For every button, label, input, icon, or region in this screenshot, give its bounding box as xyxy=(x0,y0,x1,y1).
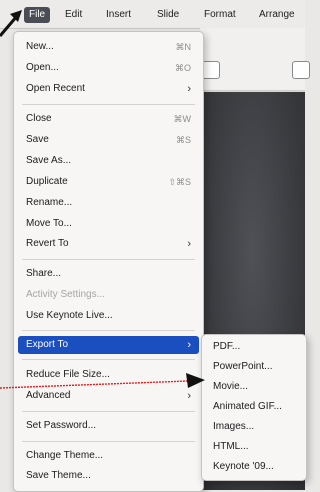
menu-item-advanced[interactable]: Advanced › xyxy=(14,387,203,405)
menu-item-open[interactable]: Open... ⌘O xyxy=(14,59,203,77)
menu-item-label: Rename... xyxy=(26,197,73,208)
menu-item-label: Revert To xyxy=(26,238,69,249)
menu-item-label: Close xyxy=(26,113,52,124)
menu-item-label: Save As... xyxy=(26,155,72,166)
menu-item-label: Save xyxy=(26,134,49,145)
menu-item-use-keynote-live[interactable]: Use Keynote Live... xyxy=(14,307,203,325)
shortcut-label: ⌘S xyxy=(175,135,191,145)
menu-item-save-as[interactable]: Save As... xyxy=(14,152,203,170)
menu-divider xyxy=(22,330,195,331)
menu-item-share[interactable]: Share... xyxy=(14,265,203,283)
submenu-item-label: PowerPoint... xyxy=(213,361,273,372)
menu-item-move-to[interactable]: Move To... xyxy=(14,215,203,233)
menu-item-export-to[interactable]: Export To › xyxy=(18,336,199,354)
submenu-item-label: PDF... xyxy=(213,341,241,352)
menu-item-label: Share... xyxy=(26,268,62,279)
menu-item-label: Advanced xyxy=(26,390,71,401)
menu-item-activity-settings: Activity Settings... xyxy=(14,286,203,304)
export-images[interactable]: Images... xyxy=(202,417,306,436)
menu-bar: File Edit Insert Slide Format Arrange xyxy=(0,0,305,29)
shortcut-label: ⌘N xyxy=(175,42,192,52)
menu-item-change-theme[interactable]: Change Theme... xyxy=(14,447,203,465)
menu-item-label: Duplicate xyxy=(26,176,68,187)
chevron-right-icon: › xyxy=(187,83,191,95)
menu-item-label: Change Theme... xyxy=(26,450,104,461)
menu-item-label: Use Keynote Live... xyxy=(26,310,113,321)
menu-item-save-theme[interactable]: Save Theme... xyxy=(14,467,203,485)
toolbar-button[interactable] xyxy=(202,61,220,79)
menu-edit[interactable]: Edit xyxy=(60,7,87,23)
submenu-item-label: Animated GIF... xyxy=(213,401,282,412)
file-menu: New... ⌘N Open... ⌘O Open Recent › Close… xyxy=(13,31,204,492)
shortcut-label: ⌘O xyxy=(174,63,191,73)
menu-format[interactable]: Format xyxy=(199,7,241,23)
menu-item-rename[interactable]: Rename... xyxy=(14,194,203,212)
menu-item-revert-to[interactable]: Revert To › xyxy=(14,235,203,253)
menu-divider xyxy=(22,259,195,260)
shortcut-label: ⇧⌘S xyxy=(168,177,191,187)
menu-item-label: Open Recent xyxy=(26,83,85,94)
menu-divider xyxy=(22,104,195,105)
menu-file[interactable]: File xyxy=(24,7,51,23)
toolbar xyxy=(200,28,310,91)
submenu-item-label: HTML... xyxy=(213,441,249,452)
submenu-item-label: Images... xyxy=(213,421,255,432)
menu-item-label: Open... xyxy=(26,62,59,73)
menu-item-label: Save Theme... xyxy=(26,470,91,481)
menu-divider xyxy=(22,441,195,442)
menu-insert[interactable]: Insert xyxy=(101,7,136,23)
submenu-item-label: Movie... xyxy=(213,381,249,392)
toolbar-button[interactable] xyxy=(292,61,310,79)
menu-item-close[interactable]: Close ⌘W xyxy=(14,110,203,128)
export-pdf[interactable]: PDF... xyxy=(202,337,306,356)
menu-item-reduce-file-size[interactable]: Reduce File Size... xyxy=(14,366,203,384)
menu-divider xyxy=(22,411,195,412)
menu-item-label: Reduce File Size... xyxy=(26,369,110,380)
export-animated-gif[interactable]: Animated GIF... xyxy=(202,397,306,416)
export-movie[interactable]: Movie... xyxy=(202,377,306,396)
menu-item-label: New... xyxy=(26,41,54,52)
menu-item-save[interactable]: Save ⌘S xyxy=(14,131,203,149)
chevron-right-icon: › xyxy=(187,238,191,250)
submenu-item-label: Keynote '09... xyxy=(213,461,274,472)
chevron-right-icon: › xyxy=(187,339,191,351)
menu-item-new[interactable]: New... ⌘N xyxy=(14,38,203,56)
menu-slide[interactable]: Slide xyxy=(152,7,184,23)
menu-item-label: Set Password... xyxy=(26,420,97,431)
menu-item-open-recent[interactable]: Open Recent › xyxy=(14,80,203,98)
menu-item-label: Move To... xyxy=(26,218,72,229)
menu-item-set-password[interactable]: Set Password... xyxy=(14,417,203,435)
export-html[interactable]: HTML... xyxy=(202,437,306,456)
shortcut-label: ⌘W xyxy=(173,114,192,124)
export-powerpoint[interactable]: PowerPoint... xyxy=(202,357,306,376)
menu-item-label: Activity Settings... xyxy=(26,289,105,300)
chevron-right-icon: › xyxy=(187,390,191,402)
export-keynote-09[interactable]: Keynote '09... xyxy=(202,457,306,476)
export-submenu: PDF... PowerPoint... Movie... Animated G… xyxy=(201,334,307,481)
menu-arrange[interactable]: Arrange xyxy=(254,7,300,23)
menu-divider xyxy=(22,359,195,360)
menu-item-duplicate[interactable]: Duplicate ⇧⌘S xyxy=(14,173,203,191)
menu-item-label: Export To xyxy=(26,339,69,350)
